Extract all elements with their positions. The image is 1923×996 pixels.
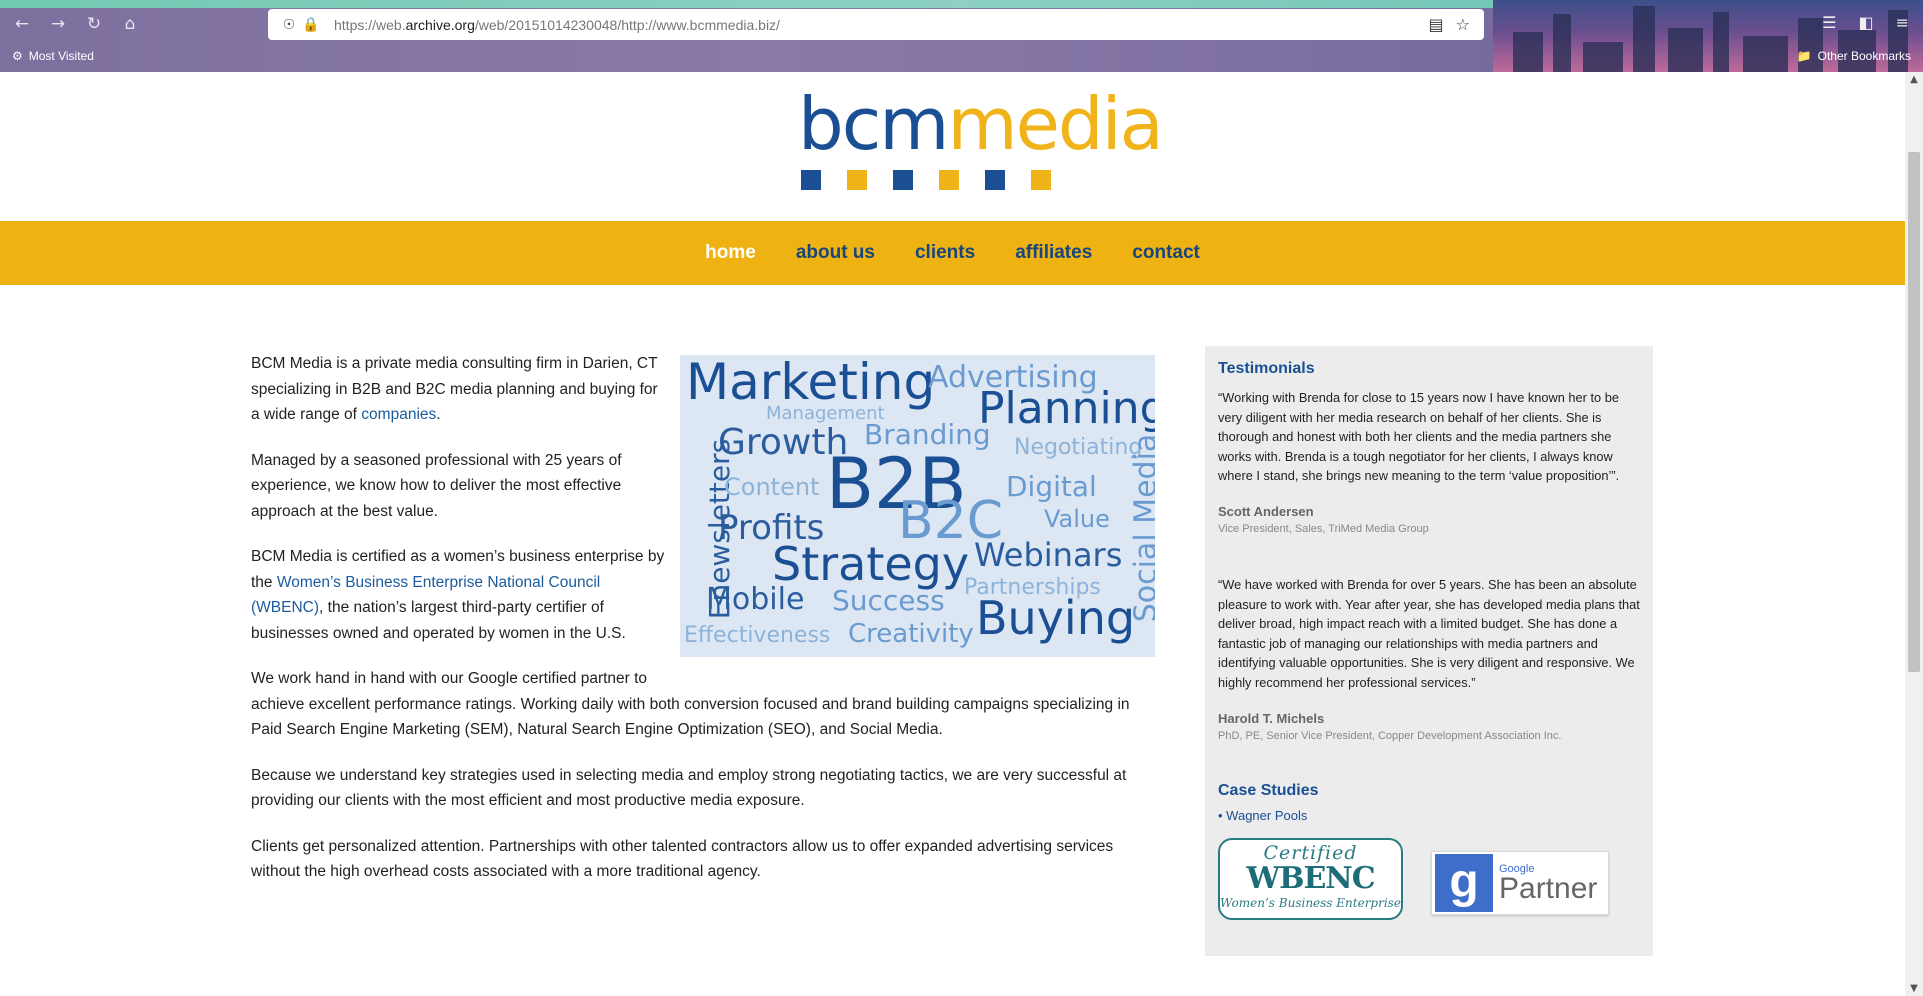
bcmmedia-logo[interactable]: bcmmedia (798, 82, 1164, 202)
bookmark-most-visited[interactable]: ⚙ Most Visited (12, 49, 94, 63)
personalized-paragraph: Clients get personalized attention. Part… (251, 837, 1114, 881)
word-success: Success (832, 584, 945, 617)
word-buying: Buying (976, 591, 1136, 645)
testimonial-quote: “Working with Brenda for close to 15 yea… (1218, 390, 1620, 484)
word-content: Content (724, 473, 820, 501)
web-page: bcmmedia home about us clients affiliate… (0, 72, 1905, 996)
word-effectiveness: Effectiveness (684, 623, 831, 648)
menu-icon[interactable]: ≡ (1896, 13, 1909, 32)
word-webinars: Webinars (974, 536, 1123, 574)
testimonial-quote: “We have worked with Brenda for over 5 y… (1218, 576, 1640, 690)
word-negotiating: Negotiating (1014, 435, 1143, 460)
scroll-up-icon[interactable]: ▲ (1905, 74, 1923, 85)
shield-icon[interactable]: ☉ (278, 17, 300, 33)
testimonial-author: Scott Andersen (1218, 503, 1314, 519)
case-study-item[interactable]: • Wagner Pools (1218, 808, 1641, 823)
scroll-down-icon[interactable]: ▼ (1905, 983, 1923, 994)
nav-contact[interactable]: contact (1132, 242, 1200, 264)
testimonials-title: Testimonials (1218, 360, 1315, 377)
word-planning: Planning (978, 383, 1155, 434)
google-partner-badge[interactable]: g Google Partner (1431, 851, 1609, 915)
testimonial-role: PhD, PE, Senior Vice President, Copper D… (1218, 729, 1562, 742)
experience-paragraph: Managed by a seasoned professional with … (251, 451, 622, 520)
home-icon[interactable]: ⌂ (120, 14, 140, 34)
intro-paragraph: BCM Media is a private media consulting … (251, 355, 658, 423)
nav-affiliates[interactable]: affiliates (1015, 242, 1092, 264)
reload-icon[interactable]: ↻ (84, 14, 104, 34)
url-text[interactable]: https://web.archive.org/web/201510142300… (334, 17, 780, 33)
library-icon[interactable]: ☰ (1822, 13, 1836, 32)
certification-paragraph: BCM Media is certified as a women’s busi… (251, 548, 665, 642)
google-partner-paragraph: We work hand in hand with our Google cer… (251, 670, 1130, 738)
address-bar[interactable]: ☉ 🔒 https://web.archive.org/web/20151014… (268, 9, 1484, 40)
google-g-icon: g (1435, 854, 1493, 912)
word-creativity: Creativity (848, 619, 974, 649)
testimonial-author: Harold T. Michels (1218, 710, 1325, 726)
testimonial-role: Vice President, Sales, TriMed Media Grou… (1218, 522, 1429, 535)
word-cloud-image: Marketing Advertising Management Plannin… (680, 355, 1155, 657)
main-nav: home about us clients affiliates contact (0, 221, 1905, 285)
browser-toolbar: ← → ↻ ⌂ ☉ 🔒 https://web.archive.org/web/… (0, 0, 1923, 72)
nav-home[interactable]: home (705, 242, 756, 264)
strategy-paragraph: Because we understand key strategies use… (251, 766, 1127, 810)
companies-link[interactable]: companies (361, 406, 436, 423)
word-value: Value (1044, 505, 1110, 533)
sidebar: Testimonials “Working with Brenda for cl… (1205, 346, 1653, 956)
case-studies-title: Case Studies (1218, 781, 1319, 799)
forward-icon[interactable]: → (48, 14, 68, 34)
testimonial-1: “Working with Brenda for close to 15 yea… (1218, 388, 1641, 535)
testimonial-2: “We have worked with Brenda for over 5 y… (1218, 575, 1641, 742)
back-icon[interactable]: ← (12, 14, 32, 34)
page-scrollbar[interactable]: ▲ ▼ (1905, 72, 1923, 996)
case-study-link[interactable]: Wagner Pools (1226, 808, 1307, 823)
word-marketing: Marketing (686, 355, 936, 411)
logo-squares (801, 170, 1118, 190)
word-mobile: Mobile (706, 582, 805, 617)
lock-icon[interactable]: 🔒 (300, 17, 322, 33)
sidebar-icon[interactable]: ◧ (1858, 13, 1873, 32)
word-digital: Digital (1006, 470, 1097, 503)
word-strategy: Strategy (772, 537, 970, 591)
nav-about-us[interactable]: about us (796, 242, 875, 264)
bookmark-other[interactable]: 📁 Other Bookmarks (1797, 49, 1911, 63)
star-icon[interactable]: ☆ (1456, 15, 1470, 34)
reader-icon[interactable]: ▤ (1429, 15, 1444, 34)
folder-icon: 📁 (1796, 49, 1812, 63)
gear-icon: ⚙ (12, 49, 23, 63)
nav-clients[interactable]: clients (915, 242, 975, 264)
scrollbar-thumb[interactable] (1908, 152, 1920, 672)
wbenc-certified-badge[interactable]: Certified WBENC Women’s Business Enterpr… (1218, 838, 1403, 920)
